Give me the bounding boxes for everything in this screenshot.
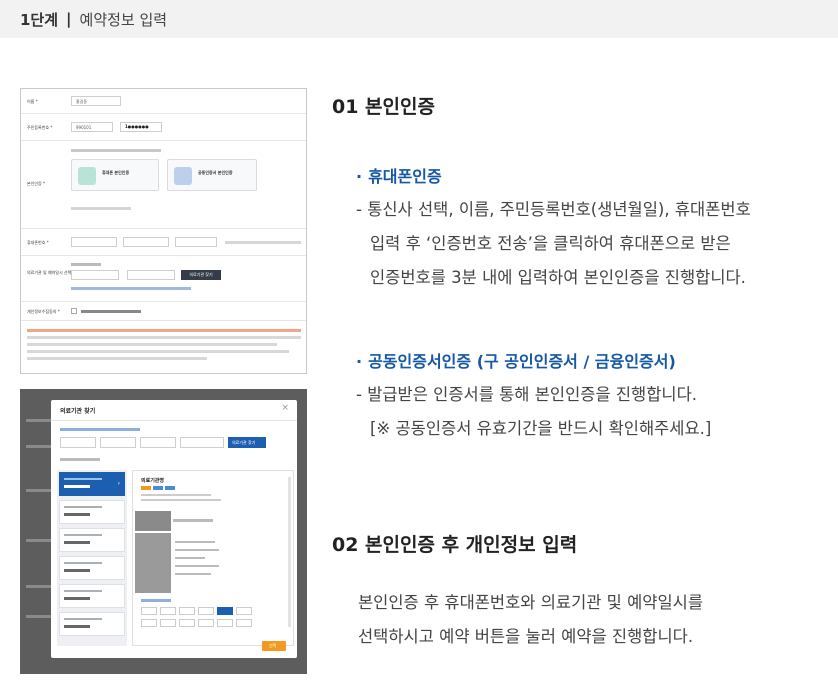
detail-title: 의료기관명 (141, 478, 165, 484)
form-label: 의료기관 및 예약일시 선택 * (27, 270, 75, 275)
time-slot-grid (141, 607, 291, 635)
detail-info-header (135, 511, 171, 531)
time-caption (141, 599, 171, 602)
step-title: 예약정보 입력 (79, 10, 168, 29)
desc-line: - 통신사 선택, 이름, 주민등록번호(생년월일), 휴대폰번호 (356, 200, 751, 219)
phone-field-3 (175, 237, 217, 247)
detail-hours (175, 549, 219, 551)
rrn-front-field: 990101 (71, 122, 113, 132)
form-row-rrn: 주민등록번호 * 990101 1●●●●●● (21, 114, 306, 141)
hospital-search-modal: 의료기관 찾기 × 의료기관 찾기 › 의료기관명 선택 (51, 400, 297, 658)
desc-line: - 발급받은 인증서를 통해 본인인증을 진행합니다. (356, 385, 698, 404)
form-row-consent: 개인정보수집동의 * (21, 302, 306, 321)
step-header: 1단계 | 예약정보 입력 (0, 0, 838, 38)
detail-hours (175, 565, 219, 567)
name-field: 홍길동 (71, 96, 121, 106)
form-screenshot: 이름 * 홍길동 주민등록번호 * 990101 1●●●●●● 본인인증 * … (20, 88, 307, 374)
phone-auth-card: 휴대폰 본인인증 (71, 159, 159, 191)
modal-divider (51, 420, 297, 421)
detail-address (141, 499, 221, 501)
desc-line: [※ 공동인증서 유효기간을 반드시 확인해주세요.] (370, 419, 712, 438)
certificate-icon (174, 167, 192, 185)
list-item (59, 500, 125, 524)
form-row-hospital: 의료기관 및 예약일시 선택 * 의료기관 찾기 (21, 256, 306, 302)
phone-auth-desc: - 통신사 선택, 이름, 주민등록번호(생년월일), 휴대폰번호 입력 후 ‘… (356, 193, 816, 295)
detail-address (141, 494, 211, 496)
step-number: 1단계 (20, 10, 59, 29)
detail-hours-header (135, 533, 171, 593)
form-label: 주민등록번호 * (27, 125, 53, 130)
section-2-desc: 본인인증 후 휴대폰번호와 의료기관 및 예약일시를 선택하시고 예약 버튼을 … (358, 586, 818, 654)
notice-line (27, 350, 289, 353)
detail-scrollbar (288, 477, 291, 627)
district-select (140, 437, 176, 448)
tag-badge (153, 486, 163, 490)
list-item (59, 612, 125, 636)
form-label: 개인정보수집동의 * (27, 309, 60, 314)
auth-status (71, 207, 131, 210)
hospital-search-button: 의료기관 찾기 (181, 270, 221, 280)
modal-screenshot: 의료기관 찾기 × 의료기관 찾기 › 의료기관명 선택 (20, 389, 307, 674)
detail-hours (175, 573, 211, 575)
detail-phone (173, 519, 213, 522)
list-item (59, 528, 125, 552)
keyword-input (180, 437, 224, 448)
tag-badge (165, 486, 175, 490)
hospital-detail: 의료기관명 (132, 470, 294, 646)
date-field (71, 270, 119, 280)
close-icon: × (281, 403, 289, 413)
modal-title: 의료기관 찾기 (60, 408, 96, 415)
form-row-auth: 본인인증 * 휴대폰 본인인증 공동인증서 본인인증 (21, 141, 306, 229)
hospital-caption (71, 263, 101, 266)
list-item (59, 556, 125, 580)
detail-hours (175, 541, 215, 543)
desc-line: 입력 후 ‘인증번호 전송’을 클릭하여 휴대폰으로 받은 (370, 234, 731, 253)
notice-line (27, 357, 207, 360)
hospital-selected-info (71, 287, 191, 290)
list-item: › (59, 472, 125, 496)
modal-confirm-button: 선택 (262, 641, 286, 651)
step-separator: | (66, 10, 72, 28)
modal-caption (60, 428, 140, 431)
modal-search-button: 의료기관 찾기 (228, 437, 266, 448)
form-row-phone: 휴대폰번호 * (21, 229, 306, 256)
time-field (127, 270, 175, 280)
notice-line (27, 336, 301, 339)
form-row-name: 이름 * 홍길동 (21, 89, 306, 114)
auth-note (71, 149, 161, 152)
phone-icon (78, 167, 96, 185)
city-select (100, 437, 136, 448)
phone-auth-heading: · 휴대폰인증 (356, 167, 442, 186)
desc-line: 인증번호를 3분 내에 입력하여 본인인증을 진행합니다. (370, 268, 746, 287)
notice-line (27, 343, 277, 346)
desc-line: 본인인증 후 휴대폰번호와 의료기관 및 예약일시를 (358, 593, 704, 612)
result-count (60, 458, 100, 461)
cert-auth-desc: - 발급받은 인증서를 통해 본인인증을 진행합니다. [※ 공동인증서 유효기… (356, 378, 816, 446)
section-1-title: 01 본인인증 (332, 96, 435, 118)
tag-badge (141, 486, 151, 490)
form-label: 이름 * (27, 99, 38, 104)
desc-line: 선택하시고 예약 버튼을 눌러 예약을 진행합니다. (358, 627, 694, 646)
detail-hours (175, 557, 205, 559)
list-item (59, 584, 125, 608)
consent-text (81, 310, 141, 313)
form-label: 휴대폰번호 * (27, 240, 49, 245)
phone-field-2 (123, 237, 169, 247)
section-2-title: 02 본인인증 후 개인정보 입력 (332, 534, 578, 556)
rrn-back-field: 1●●●●●● (120, 122, 162, 132)
form-label: 본인인증 * (27, 181, 45, 186)
region-select (60, 437, 96, 448)
phone-note (225, 241, 301, 244)
phone-field-1 (71, 237, 117, 247)
hospital-list: › (57, 470, 127, 646)
cert-auth-card: 공동인증서 본인인증 (167, 159, 257, 191)
cert-auth-heading: · 공동인증서인증 (구 공인인증서 / 금융인증서) (356, 352, 676, 371)
warning-line (27, 329, 301, 332)
consent-checkbox (71, 308, 77, 314)
